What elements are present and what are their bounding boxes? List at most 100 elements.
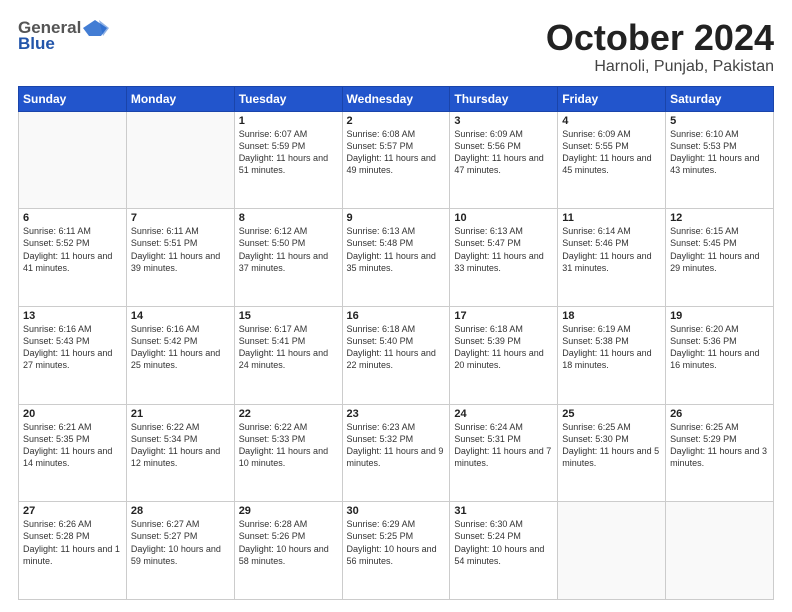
day-number: 27 (23, 505, 122, 517)
day-of-week-header: Wednesday (342, 86, 450, 111)
day-number: 6 (23, 212, 122, 224)
calendar-week-row: 27Sunrise: 6:26 AMSunset: 5:28 PMDayligh… (19, 502, 774, 600)
day-info: Sunrise: 6:11 AMSunset: 5:52 PMDaylight:… (23, 225, 122, 274)
calendar-table: SundayMondayTuesdayWednesdayThursdayFrid… (18, 86, 774, 600)
day-info: Sunrise: 6:27 AMSunset: 5:27 PMDaylight:… (131, 518, 230, 567)
calendar-day-cell (666, 502, 774, 600)
calendar-day-cell: 28Sunrise: 6:27 AMSunset: 5:27 PMDayligh… (126, 502, 234, 600)
calendar-day-cell: 17Sunrise: 6:18 AMSunset: 5:39 PMDayligh… (450, 306, 558, 404)
day-info: Sunrise: 6:22 AMSunset: 5:34 PMDaylight:… (131, 421, 230, 470)
day-number: 11 (562, 212, 661, 224)
day-info: Sunrise: 6:22 AMSunset: 5:33 PMDaylight:… (239, 421, 338, 470)
calendar-day-cell: 18Sunrise: 6:19 AMSunset: 5:38 PMDayligh… (558, 306, 666, 404)
day-info: Sunrise: 6:09 AMSunset: 5:56 PMDaylight:… (454, 128, 553, 177)
day-info: Sunrise: 6:28 AMSunset: 5:26 PMDaylight:… (239, 518, 338, 567)
calendar-day-cell: 13Sunrise: 6:16 AMSunset: 5:43 PMDayligh… (19, 306, 127, 404)
calendar-day-cell: 1Sunrise: 6:07 AMSunset: 5:59 PMDaylight… (234, 111, 342, 209)
calendar-day-cell: 16Sunrise: 6:18 AMSunset: 5:40 PMDayligh… (342, 306, 450, 404)
day-info: Sunrise: 6:29 AMSunset: 5:25 PMDaylight:… (347, 518, 446, 567)
day-number: 2 (347, 115, 446, 127)
day-number: 9 (347, 212, 446, 224)
calendar-day-cell: 26Sunrise: 6:25 AMSunset: 5:29 PMDayligh… (666, 404, 774, 502)
calendar-day-cell (126, 111, 234, 209)
day-number: 25 (562, 408, 661, 420)
day-info: Sunrise: 6:07 AMSunset: 5:59 PMDaylight:… (239, 128, 338, 177)
logo-icon (81, 18, 109, 38)
calendar-day-cell: 7Sunrise: 6:11 AMSunset: 5:51 PMDaylight… (126, 209, 234, 307)
calendar-week-row: 1Sunrise: 6:07 AMSunset: 5:59 PMDaylight… (19, 111, 774, 209)
calendar-day-cell: 2Sunrise: 6:08 AMSunset: 5:57 PMDaylight… (342, 111, 450, 209)
page: General Blue October 2024 Harnoli, Punja… (0, 0, 792, 612)
calendar-day-cell: 22Sunrise: 6:22 AMSunset: 5:33 PMDayligh… (234, 404, 342, 502)
day-of-week-header: Thursday (450, 86, 558, 111)
calendar-day-cell: 27Sunrise: 6:26 AMSunset: 5:28 PMDayligh… (19, 502, 127, 600)
calendar-day-cell (558, 502, 666, 600)
day-number: 31 (454, 505, 553, 517)
day-info: Sunrise: 6:30 AMSunset: 5:24 PMDaylight:… (454, 518, 553, 567)
day-info: Sunrise: 6:18 AMSunset: 5:40 PMDaylight:… (347, 323, 446, 372)
day-of-week-header: Tuesday (234, 86, 342, 111)
day-of-week-header: Monday (126, 86, 234, 111)
day-number: 30 (347, 505, 446, 517)
day-number: 10 (454, 212, 553, 224)
calendar-day-cell: 11Sunrise: 6:14 AMSunset: 5:46 PMDayligh… (558, 209, 666, 307)
day-info: Sunrise: 6:14 AMSunset: 5:46 PMDaylight:… (562, 225, 661, 274)
day-info: Sunrise: 6:17 AMSunset: 5:41 PMDaylight:… (239, 323, 338, 372)
day-info: Sunrise: 6:20 AMSunset: 5:36 PMDaylight:… (670, 323, 769, 372)
day-number: 29 (239, 505, 338, 517)
calendar-day-cell: 6Sunrise: 6:11 AMSunset: 5:52 PMDaylight… (19, 209, 127, 307)
day-info: Sunrise: 6:13 AMSunset: 5:48 PMDaylight:… (347, 225, 446, 274)
calendar-day-cell: 21Sunrise: 6:22 AMSunset: 5:34 PMDayligh… (126, 404, 234, 502)
day-info: Sunrise: 6:23 AMSunset: 5:32 PMDaylight:… (347, 421, 446, 470)
day-info: Sunrise: 6:16 AMSunset: 5:42 PMDaylight:… (131, 323, 230, 372)
day-number: 22 (239, 408, 338, 420)
calendar-day-cell: 19Sunrise: 6:20 AMSunset: 5:36 PMDayligh… (666, 306, 774, 404)
day-number: 24 (454, 408, 553, 420)
calendar-day-cell: 9Sunrise: 6:13 AMSunset: 5:48 PMDaylight… (342, 209, 450, 307)
day-info: Sunrise: 6:12 AMSunset: 5:50 PMDaylight:… (239, 225, 338, 274)
day-info: Sunrise: 6:13 AMSunset: 5:47 PMDaylight:… (454, 225, 553, 274)
page-title: October 2024 (546, 18, 774, 58)
day-info: Sunrise: 6:16 AMSunset: 5:43 PMDaylight:… (23, 323, 122, 372)
calendar-header-row: SundayMondayTuesdayWednesdayThursdayFrid… (19, 86, 774, 111)
calendar-day-cell: 5Sunrise: 6:10 AMSunset: 5:53 PMDaylight… (666, 111, 774, 209)
day-info: Sunrise: 6:10 AMSunset: 5:53 PMDaylight:… (670, 128, 769, 177)
calendar-day-cell: 15Sunrise: 6:17 AMSunset: 5:41 PMDayligh… (234, 306, 342, 404)
day-info: Sunrise: 6:18 AMSunset: 5:39 PMDaylight:… (454, 323, 553, 372)
calendar-day-cell: 30Sunrise: 6:29 AMSunset: 5:25 PMDayligh… (342, 502, 450, 600)
day-info: Sunrise: 6:24 AMSunset: 5:31 PMDaylight:… (454, 421, 553, 470)
calendar-day-cell: 12Sunrise: 6:15 AMSunset: 5:45 PMDayligh… (666, 209, 774, 307)
page-subtitle: Harnoli, Punjab, Pakistan (546, 58, 774, 76)
day-of-week-header: Saturday (666, 86, 774, 111)
calendar-week-row: 13Sunrise: 6:16 AMSunset: 5:43 PMDayligh… (19, 306, 774, 404)
day-info: Sunrise: 6:25 AMSunset: 5:30 PMDaylight:… (562, 421, 661, 470)
calendar-day-cell: 14Sunrise: 6:16 AMSunset: 5:42 PMDayligh… (126, 306, 234, 404)
day-number: 18 (562, 310, 661, 322)
day-number: 19 (670, 310, 769, 322)
calendar-day-cell: 10Sunrise: 6:13 AMSunset: 5:47 PMDayligh… (450, 209, 558, 307)
calendar-day-cell: 25Sunrise: 6:25 AMSunset: 5:30 PMDayligh… (558, 404, 666, 502)
calendar-week-row: 20Sunrise: 6:21 AMSunset: 5:35 PMDayligh… (19, 404, 774, 502)
day-number: 28 (131, 505, 230, 517)
day-info: Sunrise: 6:26 AMSunset: 5:28 PMDaylight:… (23, 518, 122, 567)
day-number: 8 (239, 212, 338, 224)
calendar-day-cell: 8Sunrise: 6:12 AMSunset: 5:50 PMDaylight… (234, 209, 342, 307)
day-number: 16 (347, 310, 446, 322)
day-number: 21 (131, 408, 230, 420)
day-of-week-header: Friday (558, 86, 666, 111)
calendar-day-cell: 23Sunrise: 6:23 AMSunset: 5:32 PMDayligh… (342, 404, 450, 502)
day-number: 23 (347, 408, 446, 420)
day-number: 13 (23, 310, 122, 322)
calendar-day-cell: 31Sunrise: 6:30 AMSunset: 5:24 PMDayligh… (450, 502, 558, 600)
day-number: 14 (131, 310, 230, 322)
day-number: 1 (239, 115, 338, 127)
day-of-week-header: Sunday (19, 86, 127, 111)
day-number: 17 (454, 310, 553, 322)
calendar-day-cell: 24Sunrise: 6:24 AMSunset: 5:31 PMDayligh… (450, 404, 558, 502)
calendar-day-cell: 3Sunrise: 6:09 AMSunset: 5:56 PMDaylight… (450, 111, 558, 209)
day-number: 3 (454, 115, 553, 127)
calendar-week-row: 6Sunrise: 6:11 AMSunset: 5:52 PMDaylight… (19, 209, 774, 307)
day-number: 5 (670, 115, 769, 127)
day-info: Sunrise: 6:19 AMSunset: 5:38 PMDaylight:… (562, 323, 661, 372)
calendar-day-cell: 20Sunrise: 6:21 AMSunset: 5:35 PMDayligh… (19, 404, 127, 502)
